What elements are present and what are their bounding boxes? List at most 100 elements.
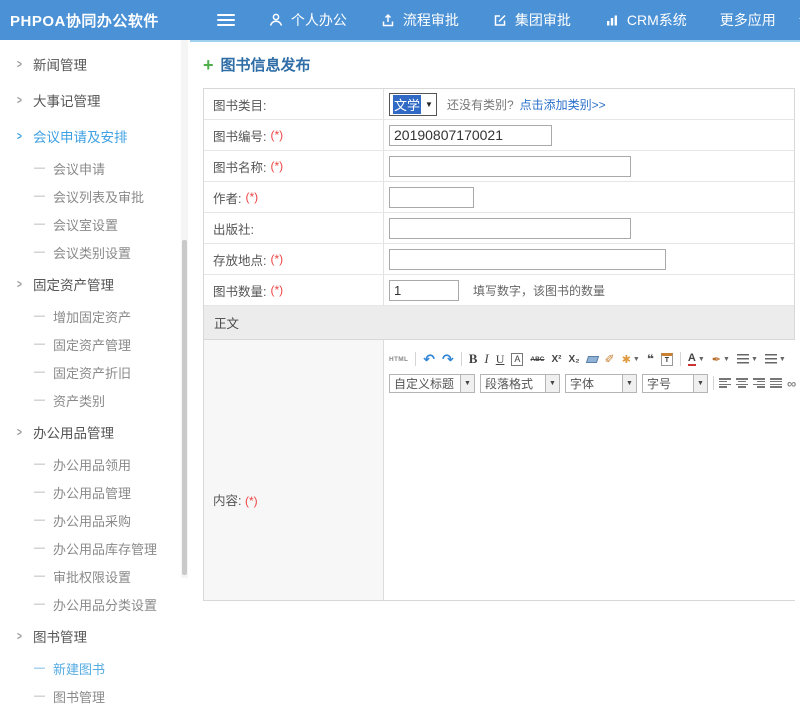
nav-item-personal-office[interactable]: 个人办公 [268, 10, 347, 30]
sidebar-item-meeting-room[interactable]: — 会议室设置 [0, 210, 190, 238]
char-border-icon[interactable]: A [511, 353, 523, 366]
sidebar-item-label: 会议申请及安排 [33, 126, 128, 146]
workflow-upload-icon [380, 12, 396, 28]
sidebar-item-meeting-category[interactable]: —会议类别设置 [0, 238, 190, 266]
section-bar-body: 正文 [204, 306, 794, 340]
sidebar-item-supplies-purchase[interactable]: — 办公用品采购 [0, 506, 190, 534]
sidebar-item-label: 办公用品采购 [53, 511, 131, 530]
font-size-dropdown[interactable]: 字号 ▼ [642, 374, 708, 393]
field-label: 图书类目: [213, 95, 266, 114]
chevron-right-icon: > [17, 57, 22, 71]
paragraph-format-dropdown[interactable]: 段落格式 ▼ [480, 374, 560, 393]
dash-icon: — [34, 514, 45, 526]
underline-icon[interactable]: U [496, 352, 505, 367]
add-category-link[interactable]: 点击添加类别>> [520, 96, 606, 113]
chevron-right-icon: > [17, 129, 22, 143]
custom-title-dropdown[interactable]: 自定义标题 ▼ [389, 374, 475, 393]
edit-square-icon [492, 12, 508, 28]
sidebar-item-supplies-mgmt[interactable]: >办公用品管理 [0, 414, 190, 450]
sidebar-item-supplies-inventory[interactable]: —办公用品库存管理 [0, 534, 190, 562]
font-family-dropdown[interactable]: 字体 ▼ [565, 374, 637, 393]
form-row-book-name: 图书名称: (*) [204, 151, 794, 182]
dash-icon: — [34, 394, 45, 406]
sidebar-item-supplies-claim[interactable]: —办公用品领用 [0, 450, 190, 478]
ordered-list-icon[interactable]: ▼ [737, 354, 758, 364]
sidebar-item-book-manage[interactable]: —图书管理 [0, 682, 190, 710]
html-source-icon[interactable]: HTML [389, 356, 408, 363]
align-justify-icon[interactable] [770, 378, 782, 388]
autotypeset-icon[interactable]: ✱▼ [622, 353, 640, 366]
strikethrough-icon[interactable]: ABC [530, 356, 544, 363]
sidebar-item-book-new[interactable]: —新建图书 [0, 654, 190, 682]
field-label: 图书名称: [213, 157, 266, 176]
publisher-input[interactable] [389, 218, 631, 239]
sidebar-item-label: 固定资产折旧 [53, 363, 131, 382]
editor-canvas[interactable] [389, 398, 800, 600]
subscript-icon[interactable]: X₂ [569, 354, 580, 365]
sidebar-item-supplies-manage[interactable]: —办公用品管理 [0, 478, 190, 506]
nav-item-group-approval[interactable]: 集团审批 [492, 10, 571, 30]
category-note: 还没有类别? [447, 96, 514, 113]
sidebar-item-asset-category[interactable]: —资产类别 [0, 386, 190, 414]
nav-item-crm-system[interactable]: CRM系统 [604, 10, 687, 30]
eraser-icon[interactable] [587, 356, 598, 363]
form-row-publisher: 出版社: [204, 213, 794, 244]
unordered-list-icon[interactable]: ▼ [765, 354, 786, 364]
sidebar-item-supplies-classify[interactable]: —办公用品分类设置 [0, 590, 190, 618]
sidebar-item-news-mgmt[interactable]: >新闻管理 [0, 46, 190, 82]
sidebar-item-meeting-list[interactable]: —会议列表及审批 [0, 182, 190, 210]
sidebar-item-asset-mgmt[interactable]: >固定资产管理 [0, 266, 190, 302]
quantity-input[interactable] [389, 280, 459, 301]
sidebar-item-label: 图书管理 [33, 626, 87, 646]
location-input[interactable] [389, 249, 666, 270]
dropdown-arrow-icon: ▼ [545, 375, 559, 392]
superscript-icon[interactable]: X² [552, 354, 562, 365]
sidebar-item-asset-depreciation[interactable]: —固定资产折旧 [0, 358, 190, 386]
book-name-input[interactable] [389, 156, 631, 177]
nav-item-workflow-approval[interactable]: 流程审批 [380, 10, 459, 30]
sidebar-item-label: 会议室设置 [53, 215, 118, 234]
align-right-icon[interactable] [753, 378, 765, 388]
author-input[interactable] [389, 187, 474, 208]
dash-icon: — [34, 246, 45, 258]
dropdown-arrow-icon: ▼ [622, 375, 636, 392]
sidebar-item-approval-permission[interactable]: —审批权限设置 [0, 562, 190, 590]
required-marker: (*) [270, 128, 283, 142]
sidebar-item-events-mgmt[interactable]: >大事记管理 [0, 82, 190, 118]
chevron-right-icon: > [17, 277, 22, 291]
nav-item-label: CRM系统 [627, 10, 687, 30]
align-center-icon[interactable] [736, 378, 748, 388]
required-marker: (*) [245, 494, 258, 508]
italic-icon[interactable]: I [484, 351, 488, 367]
bold-icon[interactable]: B [469, 351, 478, 367]
sidebar-item-meeting-apply[interactable]: —会议申请 [0, 154, 190, 182]
sidebar-item-book-mgmt[interactable]: >图书管理 [0, 618, 190, 654]
form-row-location: 存放地点: (*) [204, 244, 794, 275]
category-select-value: 文学 [393, 95, 421, 114]
dash-icon: — [34, 338, 45, 350]
plus-icon: + [203, 58, 214, 72]
sidebar-item-label: 审批权限设置 [53, 567, 131, 586]
book-number-input[interactable] [389, 125, 552, 146]
paste-text-icon[interactable]: T [661, 353, 673, 366]
format-brush-icon[interactable]: ✐ [605, 352, 615, 366]
category-select[interactable]: 文学 ▼ [389, 93, 437, 116]
link-icon[interactable]: ∞ [787, 376, 796, 391]
dash-icon: — [34, 218, 45, 230]
nav-item-more-apps[interactable]: 更多应用 [720, 10, 800, 30]
sidebar-item-label: 大事记管理 [33, 90, 101, 110]
sidebar-item-asset-add[interactable]: —增加固定资产 [0, 302, 190, 330]
background-color-icon[interactable]: ✒▼ [712, 353, 730, 366]
sidebar-item-meeting-mgmt[interactable]: > 会议申请及安排 [0, 118, 190, 154]
font-color-icon[interactable]: A▼ [688, 353, 705, 366]
redo-icon[interactable]: ↷ [442, 351, 454, 368]
hamburger-menu-icon[interactable] [217, 14, 235, 26]
undo-icon[interactable]: ↶ [423, 351, 435, 368]
sidebar-scrollbar-thumb[interactable] [182, 240, 187, 575]
sidebar-item-asset-manage[interactable]: —固定资产管理 [0, 330, 190, 358]
sidebar-item-label: 会议列表及审批 [53, 187, 144, 206]
toolbar-separator [415, 352, 416, 366]
sidebar-item-label: 图书管理 [53, 687, 105, 706]
blockquote-icon[interactable]: ❝ [647, 352, 654, 366]
align-left-icon[interactable] [719, 378, 731, 388]
